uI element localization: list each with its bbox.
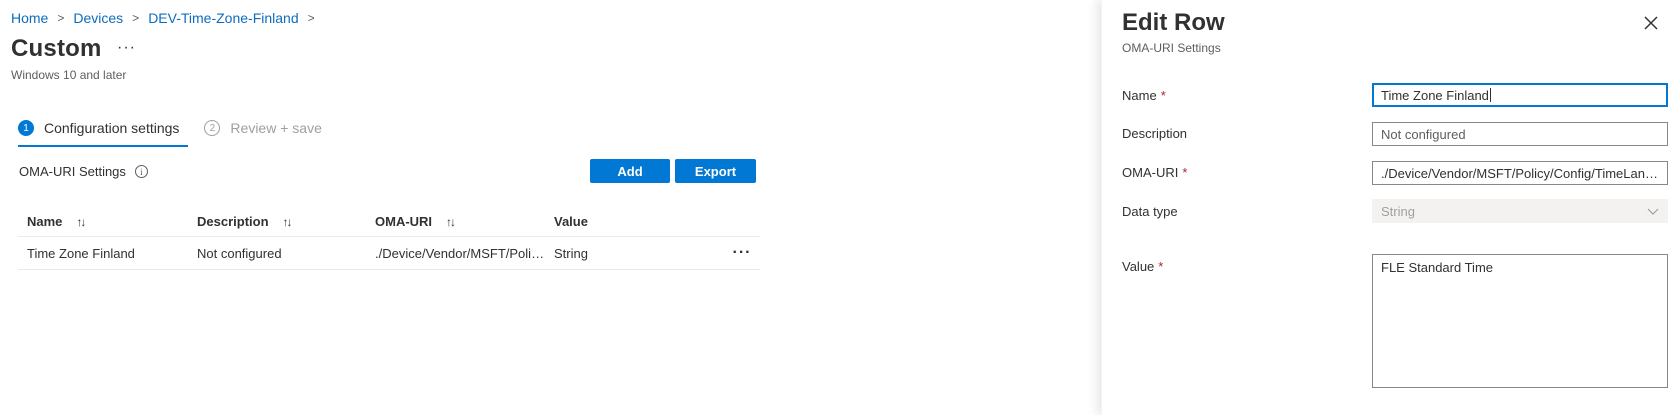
required-marker: * (1182, 165, 1188, 180)
text-cursor (1489, 88, 1491, 102)
edit-row-panel: Edit Row OMA-URI Settings Name * Time Zon… (1101, 0, 1677, 415)
cell-value: String (554, 245, 588, 261)
label-text: Data type (1122, 204, 1178, 219)
add-button[interactable]: Add (590, 159, 670, 183)
value-textarea[interactable]: FLE Standard Time (1372, 254, 1668, 388)
label-text: Description (1122, 126, 1188, 141)
breadcrumb: Home > Devices > DEV-Time-Zone-Finland > (11, 10, 324, 26)
info-icon[interactable]: i (134, 165, 148, 178)
column-header-label: Name (27, 214, 63, 229)
value-label: Value * (1122, 259, 1163, 274)
step-number-badge: 2 (204, 120, 221, 136)
table-header: Name ↑↓ Description ↑↓ OMA-URI ↑↓ Value (18, 207, 760, 237)
chevron-right-icon: > (307, 11, 315, 25)
close-icon[interactable] (1642, 14, 1660, 32)
chevron-right-icon: > (132, 11, 140, 25)
description-input[interactable]: Not configured (1372, 122, 1668, 146)
panel-title: Edit Row (1122, 9, 1225, 36)
page-title: Custom (11, 35, 102, 62)
oma-uri-input-value: ./Device/Vendor/MSFT/Policy/Config/TimeL… (1381, 165, 1659, 181)
oma-uri-table: Name ↑↓ Description ↑↓ OMA-URI ↑↓ Value … (18, 207, 760, 270)
column-header-value: Value (554, 214, 724, 229)
breadcrumb-profile[interactable]: DEV-Time-Zone-Finland (148, 10, 298, 26)
sort-icon[interactable]: ↑↓ (446, 215, 456, 229)
step-label: Review + save (230, 120, 322, 136)
data-type-label: Data type (1122, 204, 1178, 219)
data-type-select: String (1372, 199, 1668, 223)
breadcrumb-devices[interactable]: Devices (73, 10, 123, 26)
page-subtitle: Windows 10 and later (11, 68, 127, 82)
step-review-save[interactable]: 2 Review + save (204, 120, 322, 136)
column-header-label: Description (197, 214, 269, 229)
table-row[interactable]: Time Zone Finland Not configured ./Devic… (18, 237, 760, 270)
chevron-right-icon: > (57, 11, 65, 25)
column-header-label: Value (554, 214, 588, 229)
column-header-name[interactable]: Name ↑↓ (18, 214, 197, 229)
name-input-value: Time Zone Finland (1381, 87, 1489, 103)
step-number-badge: 1 (18, 120, 34, 136)
active-step-indicator (18, 145, 188, 147)
name-input[interactable]: Time Zone Finland (1372, 83, 1668, 107)
data-type-value: String (1381, 203, 1415, 219)
section-label-text: OMA-URI Settings (19, 164, 126, 179)
step-configuration-settings[interactable]: 1 Configuration settings (18, 120, 179, 136)
required-marker: * (1158, 259, 1164, 274)
label-text: OMA-URI (1122, 165, 1179, 180)
export-button[interactable]: Export (675, 159, 756, 183)
cell-description: Not configured (197, 245, 282, 261)
cell-name: Time Zone Finland (27, 245, 135, 261)
panel-subtitle: OMA-URI Settings (1122, 41, 1221, 55)
label-text: Name (1122, 88, 1157, 103)
oma-uri-label: OMA-URI * (1122, 165, 1187, 180)
cell-oma-uri: ./Device/Vendor/MSFT/Policy/Config/TimeL… (375, 245, 554, 261)
chevron-down-icon (1647, 208, 1659, 215)
description-label: Description (1122, 126, 1187, 141)
wizard-steps: 1 Configuration settings 2 Review + save (18, 120, 322, 136)
step-label: Configuration settings (44, 120, 180, 136)
breadcrumb-home[interactable]: Home (11, 10, 48, 26)
name-label: Name * (1122, 88, 1166, 103)
section-label: OMA-URI Settings i (19, 164, 148, 179)
more-options-icon[interactable]: ··· (117, 39, 136, 57)
required-marker: * (1160, 88, 1166, 103)
column-header-description[interactable]: Description ↑↓ (197, 214, 375, 229)
label-text: Value (1122, 259, 1155, 274)
column-header-oma-uri[interactable]: OMA-URI ↑↓ (375, 214, 554, 229)
oma-uri-input[interactable]: ./Device/Vendor/MSFT/Policy/Config/TimeL… (1372, 161, 1668, 185)
row-more-icon[interactable]: ··· (724, 244, 760, 262)
sort-icon[interactable]: ↑↓ (76, 215, 86, 229)
sort-icon[interactable]: ↑↓ (283, 215, 293, 229)
column-header-label: OMA-URI (375, 214, 433, 229)
